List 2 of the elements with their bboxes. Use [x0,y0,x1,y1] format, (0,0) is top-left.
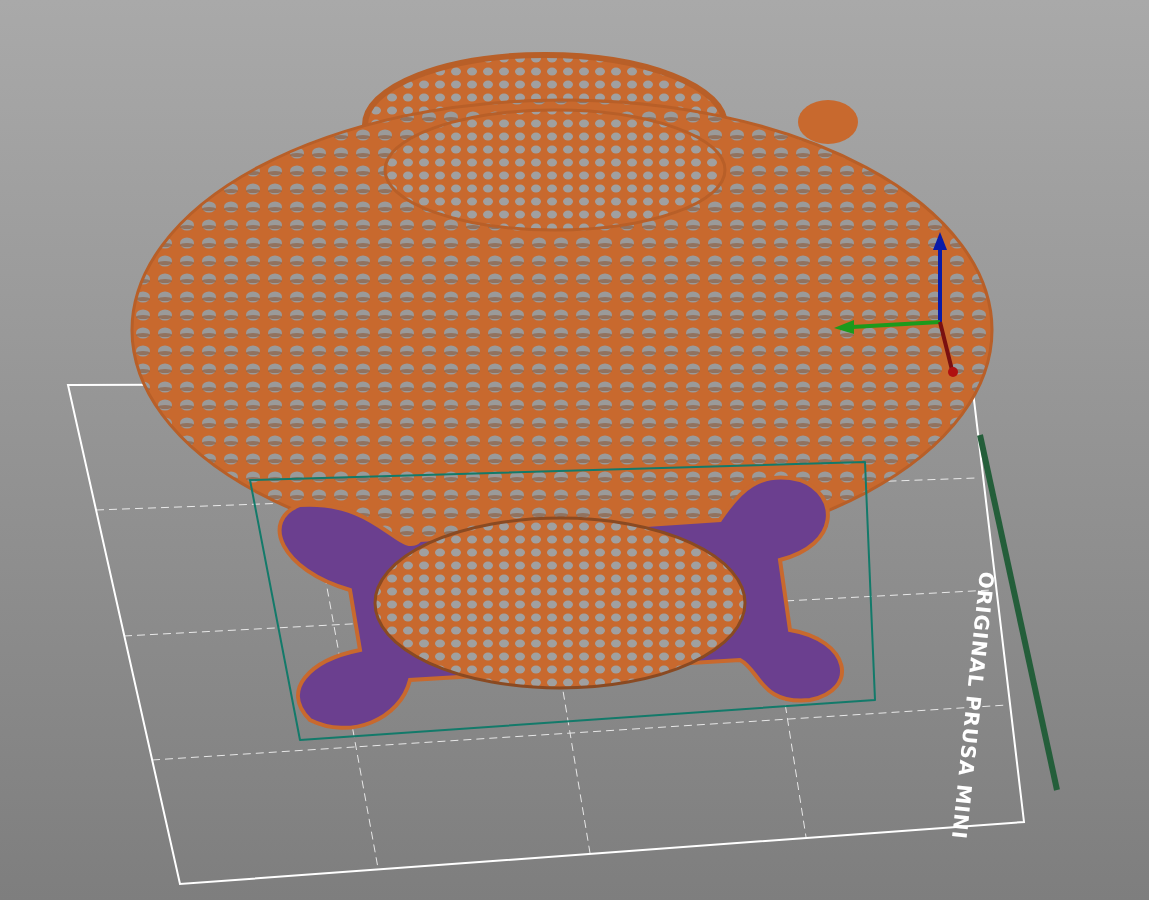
bed-label: ORIGINAL PRUSA MINI [946,570,999,841]
3d-viewport[interactable]: ORIGINAL PRUSA MINI [0,0,1149,900]
